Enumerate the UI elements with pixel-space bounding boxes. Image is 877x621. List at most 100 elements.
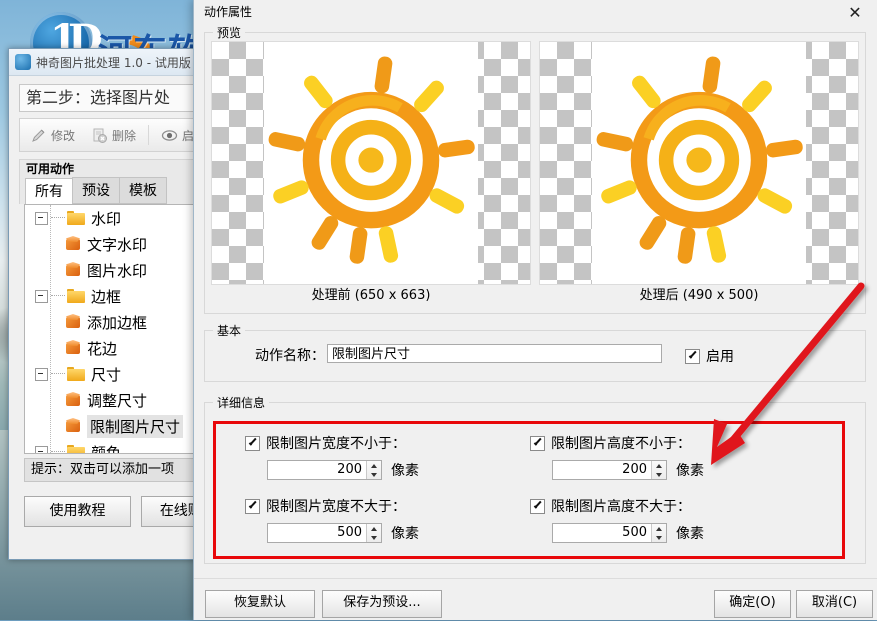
toolbar-button-modify[interactable]: 修改 [24, 125, 81, 146]
width-min-checkbox-row[interactable]: 限制图片宽度不小于： [245, 433, 406, 453]
action-cube-icon [65, 340, 81, 356]
preview-group-label: 预览 [213, 24, 245, 41]
detail-group: 详细信息 限制图片宽度不小于： 200 像素 限制图片高度不小于： 200 像素 [204, 402, 866, 564]
eye-icon [161, 127, 178, 144]
height-max-spinner-arrows[interactable] [651, 524, 666, 542]
enable-label: 启用 [706, 346, 734, 366]
action-cube-icon [65, 314, 81, 330]
height-min-stepper[interactable]: 200 [552, 460, 667, 480]
tree-label: 文字水印 [87, 234, 147, 255]
tree-label: 尺寸 [91, 364, 121, 385]
width-min-stepper[interactable]: 200 [267, 460, 382, 480]
collapse-icon[interactable] [35, 212, 48, 225]
height-max-checkbox[interactable] [530, 499, 545, 514]
folder-icon [67, 445, 85, 454]
tab-all[interactable]: 所有 [25, 178, 73, 205]
ok-button[interactable]: 确定(O) [714, 590, 791, 618]
action-name-input[interactable]: 限制图片尺寸 [327, 344, 662, 363]
preview-after-caption: 处理后 (490 x 500) [539, 285, 859, 307]
enable-checkbox[interactable] [685, 349, 700, 364]
height-max-stepper[interactable]: 500 [552, 523, 667, 543]
spinner-down-icon[interactable] [652, 470, 666, 479]
folder-icon [67, 211, 85, 225]
tree-dots [51, 373, 65, 375]
width-max-value[interactable]: 500 [268, 524, 366, 542]
tree-label: 边框 [91, 286, 121, 307]
collapse-icon[interactable] [35, 368, 48, 381]
spinner-up-icon[interactable] [367, 524, 381, 533]
tree-label: 花边 [87, 338, 117, 359]
width-max-label: 限制图片宽度不大于： [266, 496, 406, 516]
collapse-icon[interactable] [35, 446, 48, 455]
preview-row: 处理前 (650 x 663) [211, 41, 859, 307]
tree-label: 颜色 [91, 442, 121, 455]
width-min-spinner-arrows[interactable] [366, 461, 381, 479]
tree-label-selected: 限制图片尺寸 [87, 415, 183, 438]
spinner-up-icon[interactable] [652, 524, 666, 533]
spinner-down-icon[interactable] [652, 533, 666, 542]
action-cube-icon [65, 262, 81, 278]
restore-default-button[interactable]: 恢复默认 [205, 590, 315, 618]
basic-group-label: 基本 [213, 322, 245, 339]
height-min-value-row: 200 像素 [552, 460, 704, 480]
action-name-row: 动作名称： [255, 345, 325, 365]
close-icon[interactable]: ✕ [840, 2, 870, 24]
spinner-up-icon[interactable] [652, 461, 666, 470]
tab-preset[interactable]: 预设 [72, 177, 120, 204]
dialog-footer: 恢复默认 保存为预设... 确定(O) 取消(C) [194, 578, 877, 621]
height-max-checkbox-row[interactable]: 限制图片高度不大于： [530, 496, 691, 516]
preview-before-canvas[interactable] [211, 41, 531, 285]
pencil-icon [30, 127, 47, 144]
height-max-unit: 像素 [676, 523, 704, 543]
height-min-checkbox[interactable] [530, 436, 545, 451]
delete-icon [91, 127, 108, 144]
action-cube-icon [65, 418, 81, 434]
tutorial-button[interactable]: 使用教程 [24, 496, 131, 527]
tree-label: 图片水印 [87, 260, 147, 281]
preview-after-canvas[interactable] [539, 41, 859, 285]
action-properties-dialog: 动作属性 ✕ 预览 [193, 0, 877, 620]
spinner-down-icon[interactable] [367, 470, 381, 479]
height-min-unit: 像素 [676, 460, 704, 480]
height-min-label: 限制图片高度不小于： [551, 433, 691, 453]
width-max-value-row: 500 像素 [267, 523, 419, 543]
tree-dots [51, 451, 65, 453]
action-name-label: 动作名称： [255, 345, 325, 365]
preview-group: 预览 [204, 32, 866, 314]
collapse-icon[interactable] [35, 290, 48, 303]
toolbar-button-delete[interactable]: 删除 [85, 125, 142, 146]
width-max-spinner-arrows[interactable] [366, 524, 381, 542]
height-min-spinner-arrows[interactable] [651, 461, 666, 479]
tree-dots [51, 217, 65, 219]
width-min-label: 限制图片宽度不小于： [266, 433, 406, 453]
height-max-value-row: 500 像素 [552, 523, 704, 543]
height-min-value[interactable]: 200 [553, 461, 651, 479]
tree-label: 水印 [91, 208, 121, 229]
height-max-value[interactable]: 500 [553, 524, 651, 542]
cancel-button[interactable]: 取消(C) [796, 590, 873, 618]
height-min-checkbox-row[interactable]: 限制图片高度不小于： [530, 433, 691, 453]
sun-illustration-before [212, 42, 530, 284]
tab-template[interactable]: 模板 [119, 177, 167, 204]
width-min-checkbox[interactable] [245, 436, 260, 451]
spinner-down-icon[interactable] [367, 533, 381, 542]
preview-after-column: 处理后 (490 x 500) [539, 41, 859, 307]
action-cube-icon [65, 392, 81, 408]
sun-illustration-after [540, 42, 858, 284]
width-max-checkbox-row[interactable]: 限制图片宽度不大于： [245, 496, 406, 516]
toolbar-label-modify: 修改 [51, 127, 75, 144]
spinner-up-icon[interactable] [367, 461, 381, 470]
width-max-checkbox[interactable] [245, 499, 260, 514]
save-preset-button[interactable]: 保存为预设... [322, 590, 442, 618]
width-max-stepper[interactable]: 500 [267, 523, 382, 543]
app-icon [15, 54, 31, 70]
width-min-value[interactable]: 200 [268, 461, 366, 479]
tree-dots [51, 295, 65, 297]
tree-label: 添加边框 [87, 312, 147, 333]
width-min-unit: 像素 [391, 460, 419, 480]
folder-icon [67, 289, 85, 303]
dialog-title-bar: 动作属性 [194, 0, 877, 23]
dialog-title-text: 动作属性 [204, 3, 252, 20]
enable-checkbox-row[interactable]: 启用 [685, 346, 734, 366]
preview-before-caption: 处理前 (650 x 663) [211, 285, 531, 307]
